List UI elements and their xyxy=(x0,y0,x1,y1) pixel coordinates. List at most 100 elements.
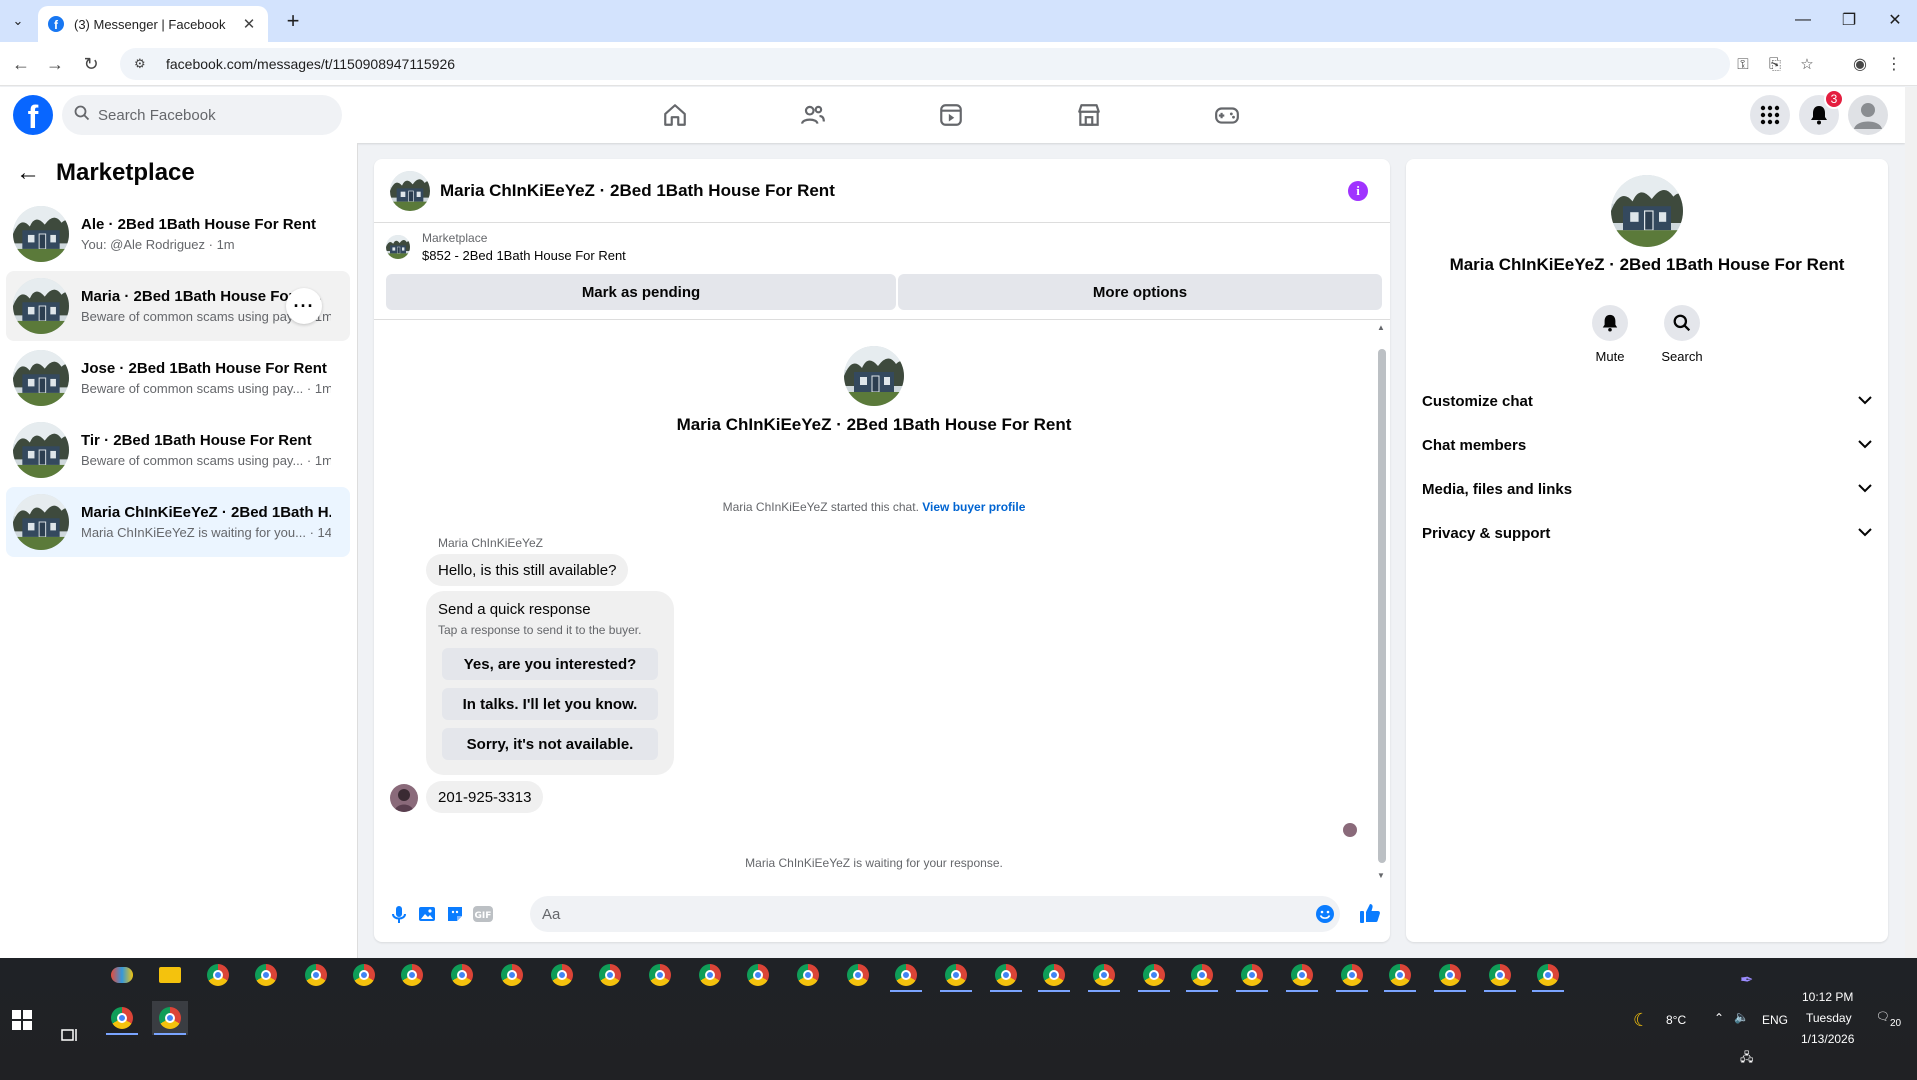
conversation-item[interactable]: Jose · 2Bed 1Bath House For Rent Beware … xyxy=(6,343,350,413)
chrome-profile-icon[interactable] xyxy=(938,958,974,992)
close-window-icon[interactable]: ✕ xyxy=(1872,6,1917,34)
app-launcher-icon[interactable] xyxy=(104,958,140,992)
chrome-profile-icon[interactable] xyxy=(1036,958,1072,992)
chrome-profile-icon[interactable] xyxy=(248,958,284,992)
chrome-profile-icon[interactable] xyxy=(1382,958,1418,992)
sticker-icon[interactable] xyxy=(444,903,466,925)
file-explorer-icon[interactable] xyxy=(152,958,188,992)
chrome-profile-icon[interactable] xyxy=(1086,958,1122,992)
chrome-profile-icon[interactable] xyxy=(1284,958,1320,992)
address-bar[interactable]: ⚙ facebook.com/messages/t/11509089471159… xyxy=(120,48,1814,80)
search-circle[interactable] xyxy=(1664,305,1700,341)
forward-icon[interactable]: → xyxy=(42,51,68,77)
emoji-icon[interactable] xyxy=(1315,904,1335,927)
quick-response-button[interactable]: Sorry, it's not available. xyxy=(442,728,658,760)
new-tab-icon[interactable]: + xyxy=(280,8,306,34)
video-nav[interactable] xyxy=(896,95,1006,135)
network-icon[interactable]: 🖧 xyxy=(1740,1048,1753,1069)
chrome-profile-icon[interactable] xyxy=(840,958,876,992)
message-input-box[interactable] xyxy=(530,896,1340,932)
chrome-profile-icon[interactable] xyxy=(1530,958,1566,992)
clock-time[interactable]: 10:12 PM xyxy=(1802,990,1853,1004)
more-options-icon[interactable]: ··· xyxy=(286,288,322,324)
chrome-profile-icon[interactable] xyxy=(200,958,236,992)
chrome-profile-icon[interactable] xyxy=(888,958,924,992)
conversation-item-active[interactable]: Maria ChInKiEeYeZ · 2Bed 1Bath H... Mari… xyxy=(6,487,350,557)
chrome-profile-icon[interactable] xyxy=(444,958,480,992)
privacy-support-section[interactable]: Privacy & support xyxy=(1422,515,1872,551)
password-key-icon[interactable]: ⚿ xyxy=(1732,54,1754,74)
restore-icon[interactable]: ❐ xyxy=(1826,6,1872,34)
conversation-item[interactable]: Maria · 2Bed 1Bath House For R... Beware… xyxy=(6,271,350,341)
chrome-profile-icon[interactable] xyxy=(494,958,530,992)
language-indicator[interactable]: ENG xyxy=(1762,1013,1788,1027)
chrome-profile-icon[interactable] xyxy=(642,958,678,992)
chrome-profile-icon[interactable] xyxy=(1334,958,1370,992)
chrome-profile-icon[interactable] xyxy=(298,958,334,992)
message-bubble[interactable]: 201-925-3313 xyxy=(426,781,544,813)
friends-nav[interactable] xyxy=(758,95,868,135)
marketplace-nav[interactable] xyxy=(1034,95,1144,135)
menu-dots-icon[interactable]: ⋮ xyxy=(1882,52,1906,76)
install-app-icon[interactable]: ⎘ xyxy=(1764,54,1786,74)
site-info-icon[interactable]: ⚙ xyxy=(134,56,152,72)
notification-center-icon[interactable]: 🗨 xyxy=(1876,1010,1890,1023)
quick-response-button[interactable]: Yes, are you interested? xyxy=(442,648,658,680)
chat-members-section[interactable]: Chat members xyxy=(1422,427,1872,463)
chrome-profile-icon[interactable] xyxy=(740,958,776,992)
chrome-profile-icon[interactable] xyxy=(1136,958,1172,992)
scroll-thumb[interactable] xyxy=(1378,349,1386,863)
volume-icon[interactable]: 🔈 xyxy=(1734,1010,1749,1024)
browser-tab[interactable]: f (3) Messenger | Facebook ✕ xyxy=(38,6,268,42)
chrome-profile-icon[interactable] xyxy=(394,958,430,992)
scroll-up-icon[interactable]: ▲ xyxy=(1376,323,1386,332)
facebook-search[interactable] xyxy=(62,95,342,135)
chrome-profile-icon[interactable] xyxy=(1234,958,1270,992)
back-icon[interactable]: ← xyxy=(8,51,34,77)
task-view-icon[interactable] xyxy=(52,1018,88,1052)
reload-icon[interactable]: ↻ xyxy=(78,51,104,77)
chrome-profile-icon[interactable] xyxy=(988,958,1024,992)
clock-date[interactable]: 1/13/2026 xyxy=(1801,1032,1854,1046)
details-avatar[interactable] xyxy=(1611,175,1683,247)
chrome-profile-icon[interactable] xyxy=(692,958,728,992)
photo-icon[interactable] xyxy=(416,903,438,925)
profile-icon[interactable]: ◉ xyxy=(1848,52,1872,76)
chrome-profile-icon[interactable] xyxy=(346,958,382,992)
facebook-logo-icon[interactable]: f xyxy=(13,95,53,135)
scroll-down-icon[interactable]: ▼ xyxy=(1376,871,1386,880)
chrome-profile-icon[interactable] xyxy=(1432,958,1468,992)
media-files-links-section[interactable]: Media, files and links xyxy=(1422,471,1872,507)
clock-day[interactable]: Tuesday xyxy=(1806,1011,1852,1025)
mark-as-pending-button[interactable]: Mark as pending xyxy=(386,274,896,310)
chrome-window-icon[interactable] xyxy=(152,1001,188,1035)
gif-icon[interactable]: GIF xyxy=(472,903,494,925)
page-scrollbar[interactable] xyxy=(1905,87,1917,958)
view-buyer-profile-link[interactable]: View buyer profile xyxy=(922,500,1025,514)
back-arrow-icon[interactable]: ← xyxy=(16,159,40,187)
chrome-profile-icon[interactable] xyxy=(544,958,580,992)
minimize-icon[interactable]: — xyxy=(1780,6,1826,34)
search-input[interactable] xyxy=(98,106,298,124)
message-bubble[interactable]: Hello, is this still available? xyxy=(426,554,629,586)
chat-scrollbar[interactable]: ▲ ▼ xyxy=(1376,323,1386,883)
sender-avatar[interactable] xyxy=(390,784,418,812)
menu-grid-button[interactable] xyxy=(1750,95,1790,135)
chat-title[interactable]: Maria ChInKiEeYeZ · 2Bed 1Bath House For… xyxy=(440,181,835,201)
chrome-window-icon[interactable] xyxy=(104,1001,140,1035)
home-nav[interactable] xyxy=(620,95,730,135)
chrome-profile-icon[interactable] xyxy=(1184,958,1220,992)
tray-chevron-icon[interactable]: ⌃ xyxy=(1714,1011,1724,1025)
chat-avatar[interactable] xyxy=(390,170,430,211)
search-chat-button[interactable]: Search xyxy=(1652,305,1712,364)
bookmark-star-icon[interactable]: ☆ xyxy=(1796,54,1818,74)
info-icon[interactable]: i xyxy=(1348,181,1368,201)
account-avatar[interactable] xyxy=(1848,95,1888,135)
close-tab-icon[interactable]: ✕ xyxy=(240,15,258,33)
mute-button[interactable]: Mute xyxy=(1580,305,1640,364)
feather-app-icon[interactable]: ✒ xyxy=(1740,970,1753,990)
quick-response-button[interactable]: In talks. I'll let you know. xyxy=(442,688,658,720)
gaming-nav[interactable] xyxy=(1172,95,1282,135)
customize-chat-section[interactable]: Customize chat xyxy=(1422,383,1872,419)
conversation-item[interactable]: Ale · 2Bed 1Bath House For Rent You: @Al… xyxy=(6,199,350,269)
